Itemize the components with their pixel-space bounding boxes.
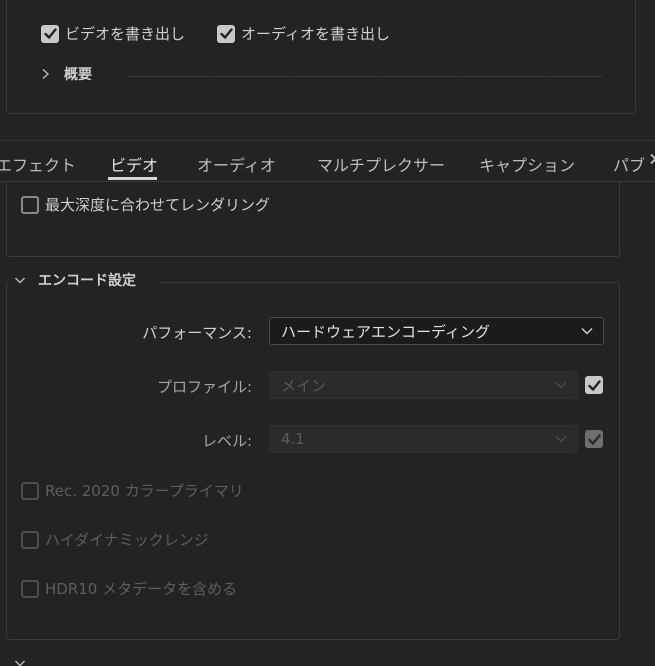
chevron-down-icon bbox=[15, 277, 25, 284]
export-audio-checkbox[interactable]: オーディオを書き出し bbox=[217, 23, 390, 44]
rec2020-checkbox[interactable]: Rec. 2020 カラープライマリ bbox=[21, 480, 244, 501]
tab-audio[interactable]: オーディオ bbox=[197, 152, 276, 176]
dropdown-caret-icon bbox=[581, 328, 593, 335]
checkbox-unchecked-icon bbox=[21, 195, 39, 214]
tab-multiplexer[interactable]: マルチプレクサー bbox=[317, 152, 445, 176]
hdr-label: ハイダイナミックレンジ bbox=[45, 531, 209, 549]
performance-label: パフォーマンス: bbox=[142, 324, 252, 342]
checkbox-unchecked-icon bbox=[21, 481, 39, 500]
hdr-checkbox[interactable]: ハイダイナミックレンジ bbox=[21, 529, 209, 550]
profile-label: プロファイル: bbox=[156, 378, 252, 396]
checkbox-unchecked-icon bbox=[21, 579, 39, 598]
render-max-depth-label: 最大深度に合わせてレンダリング bbox=[45, 196, 271, 214]
hdr10-metadata-checkbox[interactable]: HDR10 メタデータを含める bbox=[21, 578, 237, 599]
summary-label: 概要 bbox=[64, 67, 92, 83]
tab-publish[interactable]: パブ bbox=[613, 152, 645, 176]
profile-value: メイン bbox=[281, 376, 327, 395]
chevron-right-icon bbox=[42, 68, 50, 80]
checkbox-checked-icon bbox=[41, 24, 59, 43]
checkbox-unchecked-icon bbox=[21, 530, 39, 549]
performance-value: ハードウェアエンコーディング bbox=[281, 322, 490, 341]
export-audio-label: オーディオを書き出し bbox=[241, 25, 390, 43]
export-video-checkbox[interactable]: ビデオを書き出し bbox=[41, 23, 185, 44]
level-value: 4.1 bbox=[281, 430, 305, 448]
rec2020-label: Rec. 2020 カラープライマリ bbox=[45, 482, 244, 500]
render-max-depth-checkbox[interactable]: 最大深度に合わせてレンダリング bbox=[21, 194, 270, 215]
summary-divider bbox=[128, 76, 602, 77]
tab-video[interactable]: ビデオ bbox=[110, 152, 158, 176]
checkmark-icon bbox=[587, 433, 601, 445]
summary-toggle[interactable]: 概要 bbox=[40, 64, 92, 84]
export-settings-panel: ビデオを書き出し オーディオを書き出し 概要 エフェクト ビデオ オーディオ マ… bbox=[0, 0, 655, 666]
export-video-label: ビデオを書き出し bbox=[65, 25, 186, 43]
active-tab-indicator bbox=[108, 177, 157, 180]
tab-effects[interactable]: エフェクト bbox=[0, 152, 76, 176]
chevron-down-icon[interactable] bbox=[14, 658, 26, 666]
level-checkbox[interactable] bbox=[585, 430, 603, 448]
profile-select[interactable]: メイン bbox=[269, 371, 578, 399]
tab-captions[interactable]: キャプション bbox=[479, 152, 575, 176]
performance-select[interactable]: ハードウェアエンコーディング bbox=[269, 317, 604, 345]
encode-settings-toggle[interactable]: エンコード設定 bbox=[14, 270, 136, 290]
level-select[interactable]: 4.1 bbox=[269, 425, 578, 453]
tab-scroll-right-icon[interactable] bbox=[649, 153, 655, 165]
encode-settings-title: エンコード設定 bbox=[38, 273, 136, 289]
dropdown-caret-icon bbox=[555, 436, 567, 443]
checkmark-icon bbox=[587, 379, 601, 391]
dropdown-caret-icon bbox=[555, 382, 567, 389]
export-options-panel bbox=[6, 0, 636, 114]
level-label: レベル: bbox=[201, 432, 252, 450]
hdr10-metadata-label: HDR10 メタデータを含める bbox=[45, 580, 238, 598]
profile-checkbox[interactable] bbox=[585, 376, 603, 394]
checkbox-checked-icon bbox=[217, 24, 235, 43]
